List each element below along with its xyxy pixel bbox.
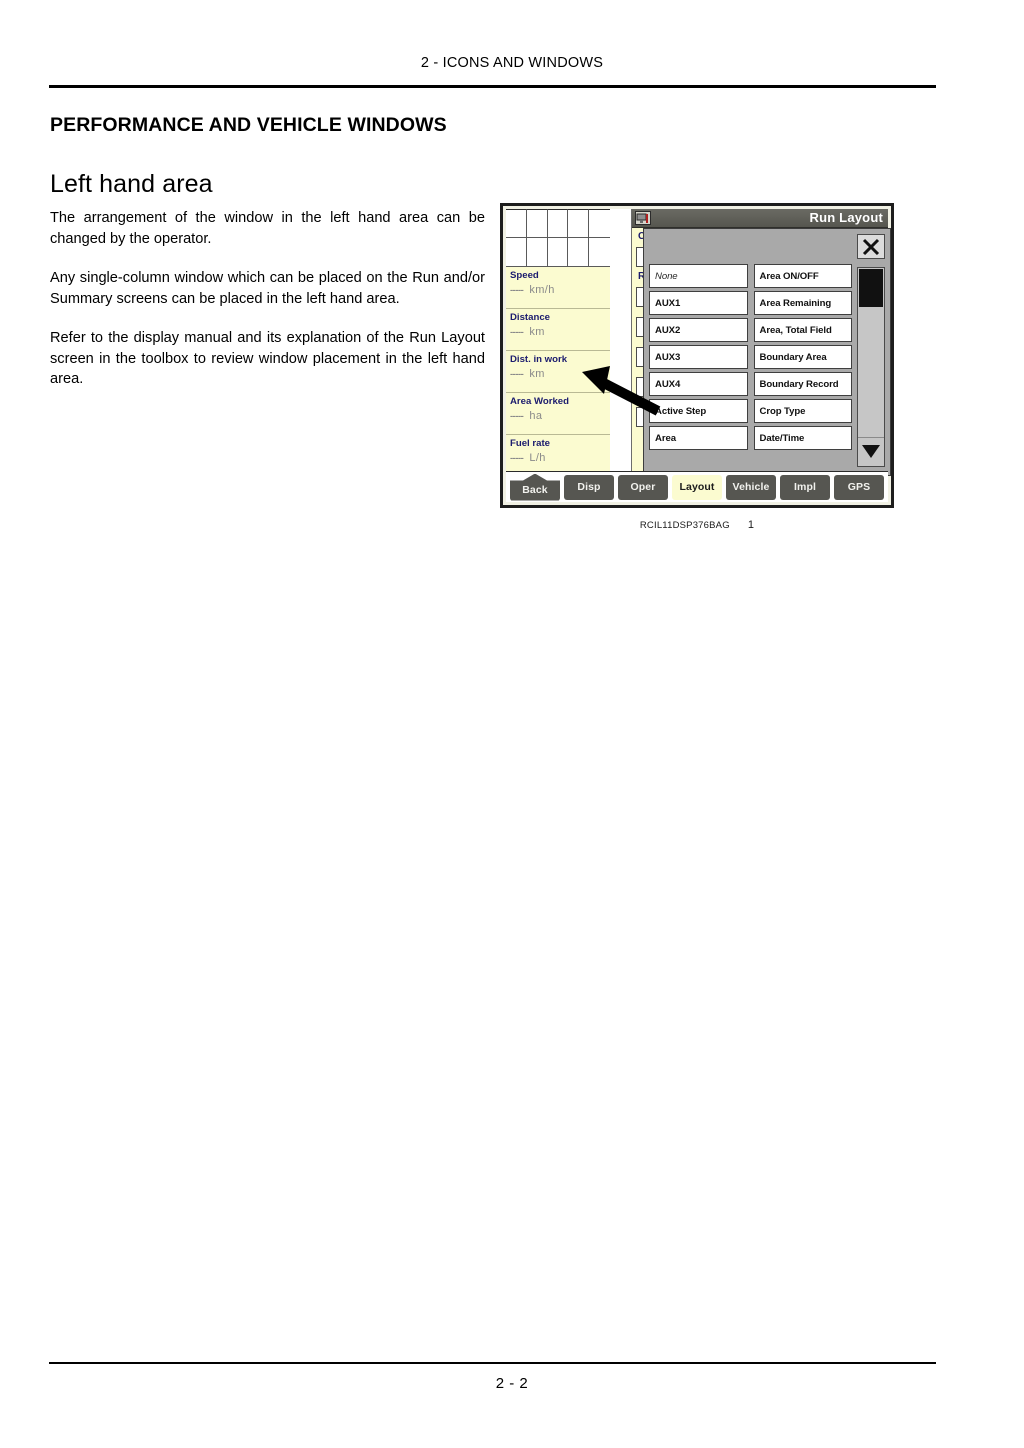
lh-window-value: ----- km bbox=[510, 366, 610, 383]
lh-window-distance[interactable]: Distance ----- km bbox=[506, 309, 610, 351]
lh-window-label: Distance bbox=[510, 312, 550, 323]
top-grid bbox=[506, 209, 610, 267]
list-item[interactable]: AUX2 bbox=[649, 318, 748, 342]
lh-window-unit: L/h bbox=[529, 452, 546, 464]
list-item[interactable]: Area ON/OFF bbox=[753, 264, 852, 288]
lh-window-value: ----- ha bbox=[510, 408, 610, 425]
grid-cell bbox=[568, 238, 590, 267]
lh-window-dist-in-work[interactable]: Dist. in work ----- km bbox=[506, 351, 610, 393]
lh-window-value: ----- km bbox=[510, 324, 610, 341]
window-option-list: None Area ON/OFF AUX1 Area Remaining AUX… bbox=[649, 264, 852, 450]
grid-cell bbox=[526, 238, 548, 267]
list-item[interactable]: AUX1 bbox=[649, 291, 748, 315]
list-item[interactable]: AUX3 bbox=[649, 345, 748, 369]
running-header: 2 - ICONS AND WINDOWS bbox=[420, 55, 604, 71]
lh-window-label: Dist. in work bbox=[510, 354, 568, 365]
grid-cell bbox=[589, 238, 610, 267]
toolbar-button-oper[interactable]: Oper bbox=[618, 474, 668, 500]
left-hand-area-panel: Speed ----- km/h Distance ----- km Dist. i… bbox=[506, 209, 610, 477]
list-item[interactable]: Boundary Record bbox=[753, 372, 852, 396]
body-text-column: The arrangement of the window in the lef… bbox=[50, 208, 485, 390]
window-picker-dialog: None Area ON/OFF AUX1 Area Remaining AUX… bbox=[643, 228, 891, 476]
toolbar-button-back[interactable]: Back bbox=[510, 473, 560, 501]
list-item[interactable]: Date/Time bbox=[753, 426, 852, 450]
lh-window-unit: km bbox=[529, 368, 545, 380]
list-item[interactable]: Active Step bbox=[649, 399, 748, 423]
list-item[interactable]: Boundary Area bbox=[753, 345, 852, 369]
grid-cell bbox=[589, 209, 610, 238]
lh-window-label: Fuel rate bbox=[510, 438, 550, 449]
scrollbar[interactable] bbox=[857, 267, 885, 467]
lh-window-dashes: ----- bbox=[510, 411, 524, 422]
toolbar-button-layout[interactable]: Layout bbox=[672, 474, 722, 500]
lh-window-dashes: ----- bbox=[510, 453, 524, 464]
figure-number: 1 bbox=[747, 519, 755, 531]
page-title: PERFORMANCE AND VEHICLE WINDOWS bbox=[50, 114, 447, 136]
grid-cell bbox=[526, 209, 548, 238]
scrollbar-thumb[interactable] bbox=[859, 269, 883, 307]
screen-toolbar: Back Disp Oper Layout Vehicle Impl GPS bbox=[506, 471, 888, 502]
column-divider bbox=[610, 209, 632, 477]
lh-window-label: Area Worked bbox=[510, 396, 570, 407]
titlebar: Run Layout bbox=[632, 209, 888, 228]
lh-window-value: ----- km/h bbox=[510, 282, 610, 299]
lh-window-unit: km bbox=[529, 326, 545, 338]
list-item[interactable]: None bbox=[649, 264, 748, 288]
lh-window-dashes: ----- bbox=[510, 327, 524, 338]
figure-run-layout: Speed ----- km/h Distance ----- km Dist. i… bbox=[500, 203, 894, 508]
lh-window-unit: km/h bbox=[529, 284, 555, 296]
grid-cell bbox=[506, 209, 527, 238]
lh-window-label: Speed bbox=[510, 270, 539, 281]
display-screen: Speed ----- km/h Distance ----- km Dist. i… bbox=[500, 203, 894, 508]
figure-caption-code: RCIL11DSP376BAG bbox=[639, 520, 730, 531]
list-item[interactable]: Area, Total Field bbox=[753, 318, 852, 342]
list-item[interactable]: Area Remaining bbox=[753, 291, 852, 315]
footer-rule bbox=[49, 1362, 936, 1364]
subsection-title: Left hand area bbox=[50, 170, 213, 198]
toolbar-button-disp[interactable]: Disp bbox=[564, 474, 614, 500]
figure-caption: RCIL11DSP376BAG 1 bbox=[500, 519, 894, 531]
triangle-down-icon[interactable] bbox=[858, 437, 884, 466]
paragraph-2: Any single-column window which can be pl… bbox=[50, 270, 485, 307]
titlebar-title: Run Layout bbox=[809, 210, 883, 225]
toolbar-button-vehicle[interactable]: Vehicle bbox=[726, 474, 776, 500]
header-rule bbox=[49, 85, 936, 88]
grid-cell bbox=[547, 209, 569, 238]
list-item[interactable]: AUX4 bbox=[649, 372, 748, 396]
lh-window-value: ----- L/h bbox=[510, 450, 610, 467]
grid-cell bbox=[568, 209, 590, 238]
grid-cell bbox=[506, 238, 527, 267]
lh-window-unit: ha bbox=[529, 410, 543, 422]
paragraph-3: Refer to the display manual and its expl… bbox=[50, 330, 485, 387]
lh-window-dashes: ----- bbox=[510, 285, 524, 296]
toolbar-button-gps[interactable]: GPS bbox=[834, 474, 884, 500]
close-icon[interactable] bbox=[857, 234, 885, 259]
page-number: 2 - 2 bbox=[495, 1375, 529, 1392]
list-item[interactable]: Area bbox=[649, 426, 748, 450]
grid-cell bbox=[547, 238, 569, 267]
list-item[interactable]: Crop Type bbox=[753, 399, 852, 423]
paragraph-1: The arrangement of the window in the lef… bbox=[50, 210, 485, 247]
lh-window-dashes: ----- bbox=[510, 369, 524, 380]
display-icon[interactable] bbox=[635, 211, 651, 225]
toolbar-button-impl[interactable]: Impl bbox=[780, 474, 830, 500]
left-hand-window-list: Speed ----- km/h Distance ----- km Dist. i… bbox=[506, 267, 610, 477]
lh-window-area-worked[interactable]: Area Worked ----- ha bbox=[506, 393, 610, 435]
lh-window-speed[interactable]: Speed ----- km/h bbox=[506, 267, 610, 309]
